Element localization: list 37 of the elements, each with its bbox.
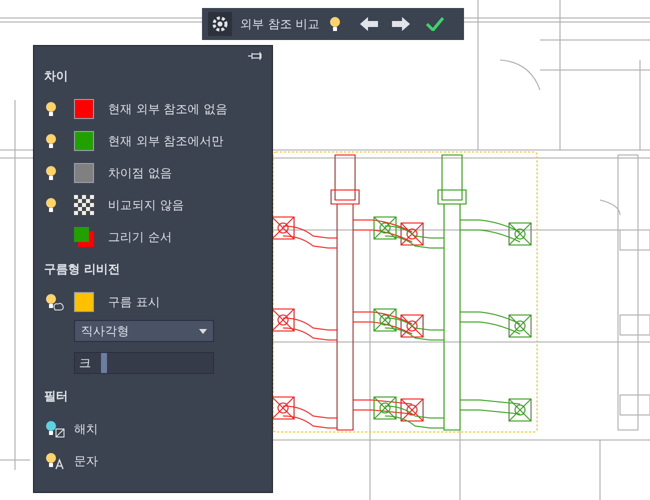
forward-arrow-icon[interactable] <box>392 17 410 31</box>
section-heading: 차이 <box>44 68 69 85</box>
filter-label: 해치 <box>74 420 98 438</box>
color-swatch[interactable] <box>74 163 94 183</box>
lightbulb-cloud-icon[interactable] <box>44 293 64 311</box>
legend-label: 현재 외부 참조에서만 <box>108 132 224 150</box>
lightbulb-hatch-icon[interactable] <box>44 420 66 438</box>
check-icon[interactable] <box>426 17 444 31</box>
color-swatch[interactable] <box>74 99 94 119</box>
filter-label: 문자 <box>74 452 98 470</box>
lightbulb-text-icon[interactable] <box>44 452 66 470</box>
legend-label: 그리기 순서 <box>108 228 172 246</box>
size-slider[interactable]: 크 <box>74 352 214 374</box>
lightbulb-icon[interactable] <box>44 101 58 117</box>
settings-icon[interactable] <box>208 12 232 36</box>
section-heading: 구름형 리비전 <box>44 261 122 278</box>
legend-label: 비교되지 않음 <box>108 196 184 214</box>
legend-label: 차이점 없음 <box>108 164 172 182</box>
shape-dropdown[interactable]: 직사각형 <box>74 320 214 342</box>
slider-thumb[interactable] <box>101 353 108 373</box>
cloud-label: 구름 표시 <box>108 294 160 310</box>
back-arrow-icon[interactable] <box>360 17 378 31</box>
lightbulb-icon[interactable] <box>328 16 342 32</box>
checker-swatch-icon[interactable] <box>74 195 94 215</box>
lightbulb-icon[interactable] <box>44 165 58 181</box>
section-heading: 필터 <box>44 388 69 405</box>
door-swing-drawing <box>500 60 540 90</box>
lightbulb-icon[interactable] <box>44 197 58 213</box>
color-swatch[interactable] <box>74 292 94 312</box>
door-swing-drawing <box>600 200 620 216</box>
lightbulb-icon[interactable] <box>44 133 58 149</box>
draw-order-icon[interactable] <box>74 227 94 247</box>
toolbar-title: 외부 참조 비교 <box>240 16 320 32</box>
legend-label: 현재 외부 참조에 없음 <box>108 100 228 118</box>
color-swatch[interactable] <box>74 131 94 151</box>
pin-icon[interactable] <box>248 52 262 60</box>
caret-icon <box>199 328 207 334</box>
